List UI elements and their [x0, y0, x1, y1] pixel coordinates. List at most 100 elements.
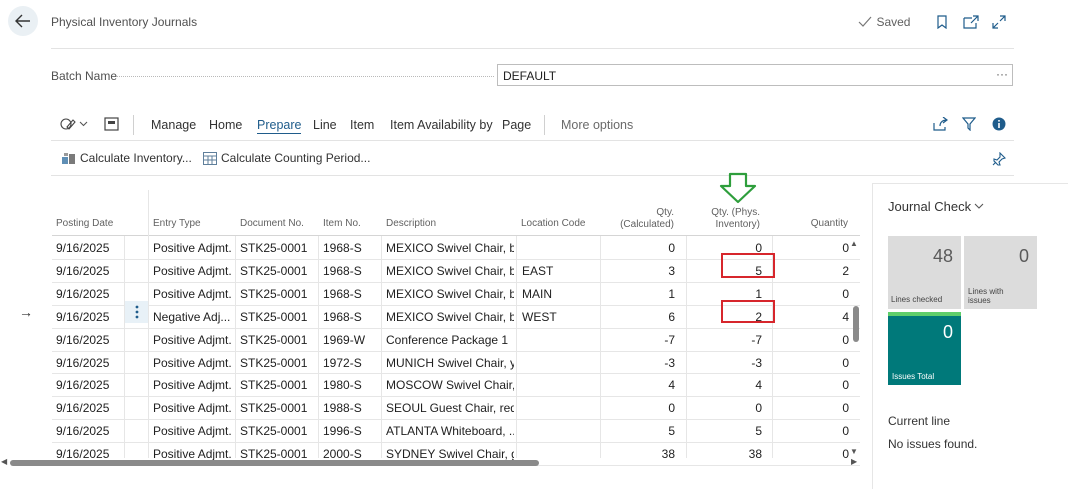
cell-item[interactable]: 1988-S [323, 401, 379, 415]
cell-type[interactable]: Positive Adjmt. [153, 447, 233, 461]
cell-desc[interactable]: MEXICO Swivel Chair, bl... [386, 310, 514, 324]
cell-phys[interactable]: 5 [690, 424, 762, 438]
scroll-down-icon[interactable]: ▼ [850, 447, 858, 456]
horizontal-scrollbar-thumb[interactable] [10, 460, 539, 466]
cell-qty[interactable]: 0 [790, 333, 849, 347]
cell-qty[interactable]: 4 [790, 310, 849, 324]
cell-item[interactable]: 1996-S [323, 424, 379, 438]
cell-date[interactable]: 9/16/2025 [56, 356, 122, 370]
cell-item[interactable]: 1968-S [323, 241, 379, 255]
col-header-qty-phys-inventory[interactable]: Qty. (Phys. Inventory) [690, 207, 760, 231]
col-header-entry-type[interactable]: Entry Type [153, 218, 201, 230]
cell-qty[interactable]: 0 [790, 378, 849, 392]
cell-doc[interactable]: STK25-0001 [240, 356, 316, 370]
tile-lines-with-issues[interactable]: 0 Lines with issues [964, 236, 1037, 309]
cell-calc[interactable]: -3 [604, 356, 675, 370]
cell-desc[interactable]: SYDNEY Swivel Chair, gr... [386, 447, 514, 461]
cell-calc[interactable]: 38 [604, 447, 675, 461]
cell-type[interactable]: Positive Adjmt. [153, 264, 233, 278]
cell-qty[interactable]: 0 [790, 356, 849, 370]
cell-type[interactable]: Positive Adjmt. [153, 401, 233, 415]
table-row[interactable]: 9/16/2025 Positive Adjmt. STK25-0001 1972-S… [0, 351, 860, 374]
bookmark-button[interactable] [933, 13, 951, 31]
table-row[interactable]: 9/16/2025 Positive Adjmt. STK25-0001 1988-S… [0, 396, 860, 419]
col-header-description[interactable]: Description [386, 218, 436, 230]
cell-desc[interactable]: MEXICO Swivel Chair, bl... [386, 264, 514, 278]
cell-doc[interactable]: STK25-0001 [240, 424, 316, 438]
menu-item-availability-by[interactable]: Item Availability by [390, 118, 493, 132]
cell-calc[interactable]: -7 [604, 333, 675, 347]
col-header-item-no[interactable]: Item No. [323, 218, 361, 230]
cell-date[interactable]: 9/16/2025 [56, 241, 122, 255]
cell-loc[interactable]: WEST [522, 310, 598, 324]
col-header-document-no[interactable]: Document No. [240, 218, 304, 230]
cell-phys[interactable]: 0 [690, 401, 762, 415]
menu-line[interactable]: Line [313, 118, 337, 132]
pin-action-button[interactable] [992, 151, 1007, 171]
cell-date[interactable]: 9/16/2025 [56, 424, 122, 438]
calculate-inventory-button[interactable]: Calculate Inventory... [61, 151, 192, 165]
edit-mode-button[interactable] [60, 116, 88, 132]
more-options-button[interactable]: More options [561, 118, 633, 132]
cell-doc[interactable]: STK25-0001 [240, 264, 316, 278]
cell-date[interactable]: 9/16/2025 [56, 287, 122, 301]
col-header-posting-date[interactable]: Posting Date [56, 218, 113, 230]
menu-page[interactable]: Page [502, 118, 531, 132]
cell-doc[interactable]: STK25-0001 [240, 333, 316, 347]
vertical-scrollbar-thumb[interactable] [853, 306, 859, 342]
cell-date[interactable]: 9/16/2025 [56, 310, 122, 324]
batch-name-field[interactable] [497, 64, 1013, 86]
cell-phys[interactable]: -7 [690, 333, 762, 347]
batch-name-lookup-button[interactable]: ··· [996, 67, 1008, 81]
menu-home[interactable]: Home [209, 118, 242, 132]
cell-desc[interactable]: Conference Package 1 [386, 333, 514, 347]
cell-desc[interactable]: MUNICH Swivel Chair, y... [386, 356, 514, 370]
cell-qty[interactable]: 2 [790, 264, 849, 278]
share-button[interactable] [933, 116, 948, 136]
cell-type[interactable]: Positive Adjmt. [153, 241, 233, 255]
cell-date[interactable]: 9/16/2025 [56, 401, 122, 415]
menu-item[interactable]: Item [350, 118, 374, 132]
col-header-location-code[interactable]: Location Code [521, 218, 586, 230]
table-row[interactable]: 9/16/2025 Positive Adjmt. STK25-0001 1980-S… [0, 373, 860, 396]
col-header-quantity[interactable]: Quantity [790, 218, 848, 230]
cell-desc[interactable]: SEOUL Guest Chair, red [386, 401, 514, 415]
cell-phys[interactable]: 1 [690, 287, 762, 301]
journal-check-header[interactable]: Journal Check [888, 199, 984, 214]
cell-doc[interactable]: STK25-0001 [240, 310, 316, 324]
cell-type[interactable]: Positive Adjmt. [153, 378, 233, 392]
table-row[interactable]: 9/16/2025 Positive Adjmt. STK25-0001 1969-W… [0, 328, 860, 351]
menu-manage[interactable]: Manage [151, 118, 196, 132]
cell-qty[interactable]: 0 [790, 241, 849, 255]
back-button[interactable] [8, 6, 38, 36]
cell-date[interactable]: 9/16/2025 [56, 333, 122, 347]
cell-type[interactable]: Positive Adjmt. [153, 287, 233, 301]
cell-desc[interactable]: MEXICO Swivel Chair, bl... [386, 241, 514, 255]
filter-button[interactable] [961, 117, 977, 136]
cell-doc[interactable]: STK25-0001 [240, 241, 316, 255]
expand-button[interactable] [990, 13, 1008, 31]
cell-calc[interactable]: 0 [604, 241, 675, 255]
menu-prepare[interactable]: Prepare [257, 118, 302, 134]
cell-doc[interactable]: STK25-0001 [240, 401, 316, 415]
cell-item[interactable]: 2000-S [323, 447, 379, 461]
cell-calc[interactable]: 5 [604, 424, 675, 438]
cell-calc[interactable]: 6 [604, 310, 675, 324]
cell-date[interactable]: 9/16/2025 [56, 264, 122, 278]
cell-qty[interactable]: 0 [790, 424, 849, 438]
table-row[interactable]: 9/16/2025 Positive Adjmt. STK25-0001 1996-S… [0, 419, 860, 442]
cell-date[interactable]: 9/16/2025 [56, 378, 122, 392]
tile-lines-checked[interactable]: 48 Lines checked [888, 236, 961, 309]
cell-doc[interactable]: STK25-0001 [240, 378, 316, 392]
cell-item[interactable]: 1968-S [323, 287, 379, 301]
open-new-window-button[interactable] [962, 13, 980, 31]
cell-item[interactable]: 1968-S [323, 264, 379, 278]
cell-item[interactable]: 1969-W [323, 333, 379, 347]
cell-loc[interactable]: MAIN [522, 287, 598, 301]
cell-qty[interactable]: 0 [790, 401, 849, 415]
col-header-qty-calculated[interactable]: Qty. (Calculated) [604, 207, 674, 231]
cell-item[interactable]: 1968-S [323, 310, 379, 324]
cell-calc[interactable]: 4 [604, 378, 675, 392]
cell-phys[interactable]: -3 [690, 356, 762, 370]
cell-type[interactable]: Positive Adjmt. [153, 424, 233, 438]
